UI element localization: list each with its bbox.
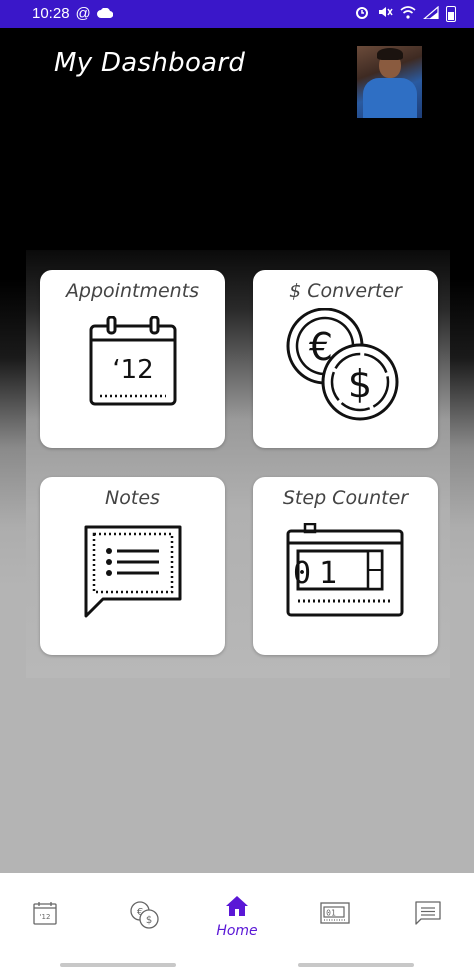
page-title: My Dashboard — [54, 48, 246, 78]
home-icon — [226, 896, 248, 916]
battery-icon — [446, 5, 456, 22]
at-icon: @ — [75, 5, 91, 22]
step-counter-label: Step Counter — [282, 487, 409, 509]
calendar-icon: ‘12 — [89, 316, 177, 406]
nav-converter[interactable]: € $ — [112, 895, 172, 945]
counter-icon: 01 — [286, 523, 404, 617]
alarm-icon — [354, 5, 370, 22]
signal-icon — [422, 5, 439, 22]
calendar-icon: '12 — [33, 902, 57, 925]
avatar[interactable] — [357, 46, 422, 118]
appointments-card[interactable]: Appointments ‘12 — [40, 270, 225, 448]
gesture-bar-left — [60, 963, 176, 967]
converter-card[interactable]: $ Converter € $ — [253, 270, 438, 448]
gesture-bar-right — [298, 963, 414, 967]
counter-digits: 01 — [293, 556, 345, 591]
notes-icon — [84, 525, 182, 618]
status-bar: 10:28 @ — [0, 0, 474, 28]
bottom-navigation: '12 € $ Home 01 — [0, 873, 474, 974]
coins-icon: € $ — [130, 901, 159, 929]
coins-icon: € $ — [286, 308, 399, 421]
nav-home[interactable]: Home — [207, 895, 267, 945]
nav-step-counter[interactable]: 01 — [302, 895, 362, 945]
calendar-icon-text: ‘12 — [112, 355, 153, 385]
svg-text:01: 01 — [326, 909, 336, 918]
cloud-icon — [96, 5, 114, 22]
notes-card[interactable]: Notes — [40, 477, 225, 655]
converter-label: $ Converter — [289, 280, 402, 302]
svg-text:'12: '12 — [40, 913, 51, 921]
dollar-symbol: $ — [348, 362, 372, 406]
svg-text:$: $ — [146, 915, 152, 926]
status-time: 10:28 — [32, 5, 70, 22]
mute-icon — [377, 5, 393, 22]
counter-icon: 01 — [320, 902, 350, 924]
notes-icon — [415, 901, 441, 925]
nav-notes[interactable] — [397, 895, 457, 945]
wifi-icon — [400, 5, 416, 22]
notes-label: Notes — [105, 487, 160, 509]
appointments-label: Appointments — [65, 280, 200, 302]
nav-appointments[interactable]: '12 — [15, 895, 75, 945]
step-counter-card[interactable]: Step Counter 01 — [253, 477, 438, 655]
nav-home-label: Home — [216, 923, 258, 939]
